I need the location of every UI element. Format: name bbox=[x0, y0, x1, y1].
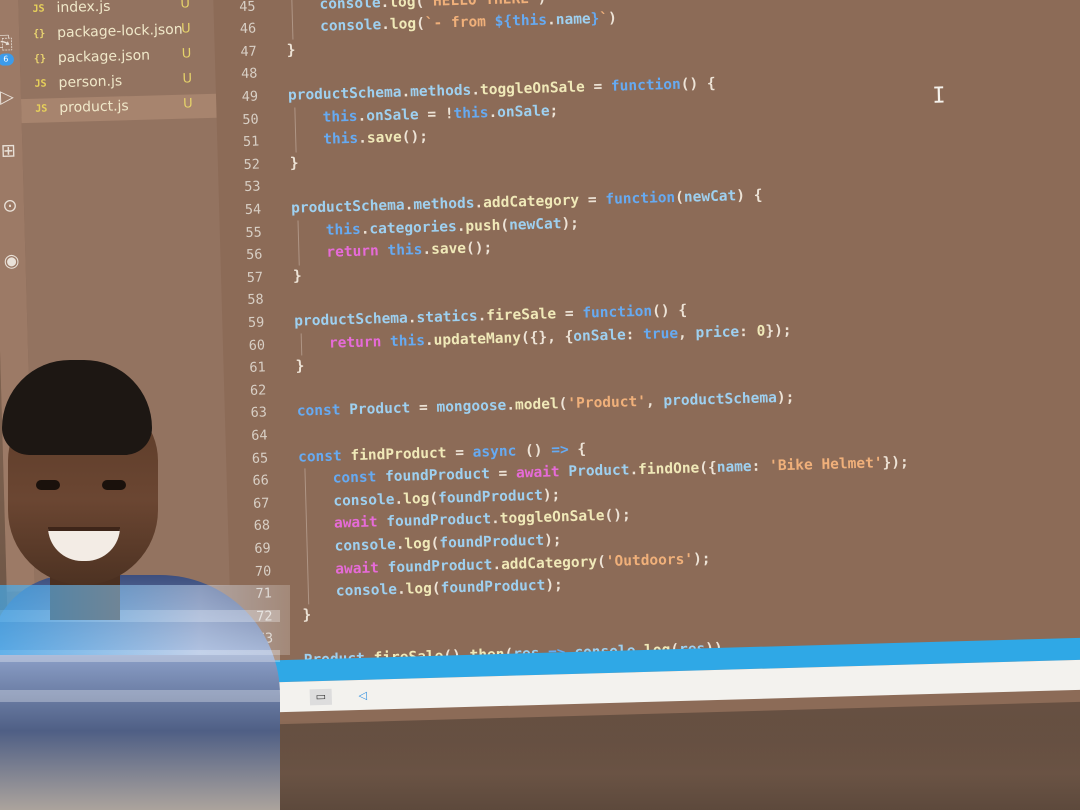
line-number: 60 bbox=[248, 337, 266, 354]
github-icon[interactable]: ◉ bbox=[1, 250, 22, 272]
code-text: this.save(); bbox=[323, 129, 429, 148]
vscode-taskbar-icon[interactable]: ◁ bbox=[352, 688, 374, 705]
line-number: 59 bbox=[247, 314, 265, 331]
line-number: 46 bbox=[239, 20, 257, 38]
files-icon[interactable]: ⎘ bbox=[0, 32, 16, 54]
js-file-icon: JS bbox=[34, 78, 47, 90]
line-number: 49 bbox=[241, 88, 259, 106]
line-number: 45 bbox=[239, 0, 256, 15]
code-editor[interactable]: I 44productSchema.methods.greet = functi… bbox=[213, 0, 1080, 692]
source-control-badge: 6 bbox=[0, 53, 15, 66]
file-name: product.js bbox=[59, 98, 129, 117]
run-debug-icon[interactable]: ▷ bbox=[0, 86, 17, 108]
line-number: 51 bbox=[242, 133, 260, 151]
git-status-badge: U bbox=[180, 21, 191, 37]
line-number: 58 bbox=[247, 291, 264, 309]
left-eye bbox=[36, 480, 60, 490]
right-eye bbox=[102, 480, 126, 490]
git-status-badge: U bbox=[181, 46, 192, 62]
git-status-badge: U bbox=[180, 0, 191, 12]
file-name: package.json bbox=[57, 47, 151, 67]
line-number: 56 bbox=[245, 246, 263, 264]
file-name: package-lock.json bbox=[56, 21, 183, 42]
file-name: person.js bbox=[58, 73, 123, 92]
code-text: } bbox=[302, 607, 312, 624]
line-number: 48 bbox=[240, 65, 258, 83]
line-number: 50 bbox=[242, 111, 259, 128]
js-file-icon: JS bbox=[35, 103, 48, 115]
smile bbox=[48, 527, 120, 561]
json-file-icon: {} bbox=[33, 53, 47, 65]
line-number: 53 bbox=[244, 178, 261, 196]
line-number: 57 bbox=[246, 269, 264, 286]
code-text: } bbox=[289, 155, 299, 172]
hair bbox=[2, 360, 152, 455]
file-name: index.js bbox=[56, 0, 111, 17]
code-text: } bbox=[286, 42, 296, 59]
line-number: 47 bbox=[240, 43, 257, 60]
git-status-badge: U bbox=[182, 71, 193, 87]
terminal-taskbar-icon[interactable]: ▭ bbox=[309, 688, 333, 706]
extensions-icon[interactable]: ⊞ bbox=[0, 140, 19, 162]
code-text: } bbox=[292, 268, 303, 285]
line-number: 52 bbox=[243, 156, 261, 173]
js-file-icon: JS bbox=[32, 3, 45, 15]
projector-glare bbox=[0, 585, 290, 655]
json-file-icon: {} bbox=[33, 28, 46, 40]
explorer-file-item[interactable]: JS product.js U bbox=[21, 93, 217, 124]
photo-scene: ⎘ 6 ▷ ⊞ ⊙ ◉ JS index.js U {} package-lock.js… bbox=[0, 0, 1080, 810]
line-number: 55 bbox=[245, 224, 263, 241]
git-status-badge: U bbox=[182, 96, 193, 112]
remote-icon[interactable]: ⊙ bbox=[0, 195, 20, 217]
shirt-stripe bbox=[0, 690, 280, 702]
line-number: 54 bbox=[244, 201, 262, 218]
